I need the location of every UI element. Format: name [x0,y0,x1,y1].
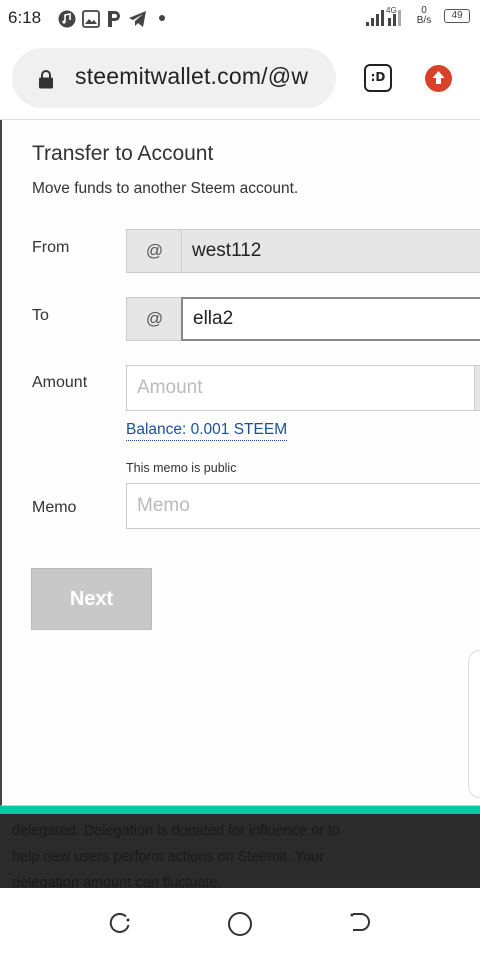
to-at-prefix: @ [126,297,182,341]
url-text: steemitwallet.com/@w [75,63,309,89]
telegram-icon [129,11,146,27]
music-icon [58,10,76,28]
signal-icon: 4G [366,6,401,26]
gallery-icon [82,10,100,28]
memo-hint: This memo is public [126,461,237,475]
browser-toolbar: steemitwallet.com/@w :D [0,38,480,120]
tab-switcher-label: :D [370,70,386,84]
recent-apps-icon[interactable] [108,911,132,935]
dialog-subtitle: Move funds to another Steem account. [32,180,299,197]
amount-input[interactable]: Amount [126,365,475,411]
battery-icon: 49 [444,9,470,23]
from-field: west112 [181,229,480,273]
background-text: delegated. Delegation is donated for inf… [12,818,372,888]
from-at-prefix: @ [126,229,182,273]
to-field[interactable]: ella2 [181,297,480,341]
next-button[interactable]: Next [31,568,152,630]
tab-switcher-button[interactable]: :D [364,64,392,92]
system-nav-bar [0,888,480,960]
background-line: delegated. Delegation is donated for inf… [12,823,341,839]
net-speed-unit: B/s [416,15,432,26]
amount-label: Amount [32,374,88,391]
address-bar[interactable]: steemitwallet.com/@w [12,48,336,108]
network-type: 4G [386,6,397,15]
from-label: From [32,239,70,256]
lock-icon [39,70,53,89]
p-app-icon [108,11,120,27]
currency-select[interactable] [474,365,480,411]
net-speed: 0 B/s [414,6,434,26]
background-line: delegation amount can fluctuate. [12,875,222,888]
accent-bar [0,806,480,814]
balance-link[interactable]: Balance: 0.001 STEEM [126,421,288,441]
clock: 6:18 [8,8,42,27]
upload-button[interactable] [425,65,452,92]
screen: 6:18 4G 0 B/s 49 steemitwallet.com/@w:D… [0,0,480,960]
dialog-title: Transfer to Account [32,142,214,165]
memo-input[interactable]: Memo [126,483,480,529]
arrow-up-icon [432,71,445,84]
dot-icon [159,15,165,21]
status-bar: 6:18 4G 0 B/s 49 [0,0,480,38]
home-icon[interactable] [227,911,253,937]
memo-label: Memo [32,499,77,516]
to-label: To [32,307,49,324]
battery-level: 49 [451,10,463,21]
side-card [468,650,480,798]
transfer-dialog [0,120,480,806]
background-line: help new users perform actions on Steemi… [12,849,324,865]
page-overlay: delegated. Delegation is donated for inf… [0,814,480,888]
back-icon[interactable] [347,911,371,935]
